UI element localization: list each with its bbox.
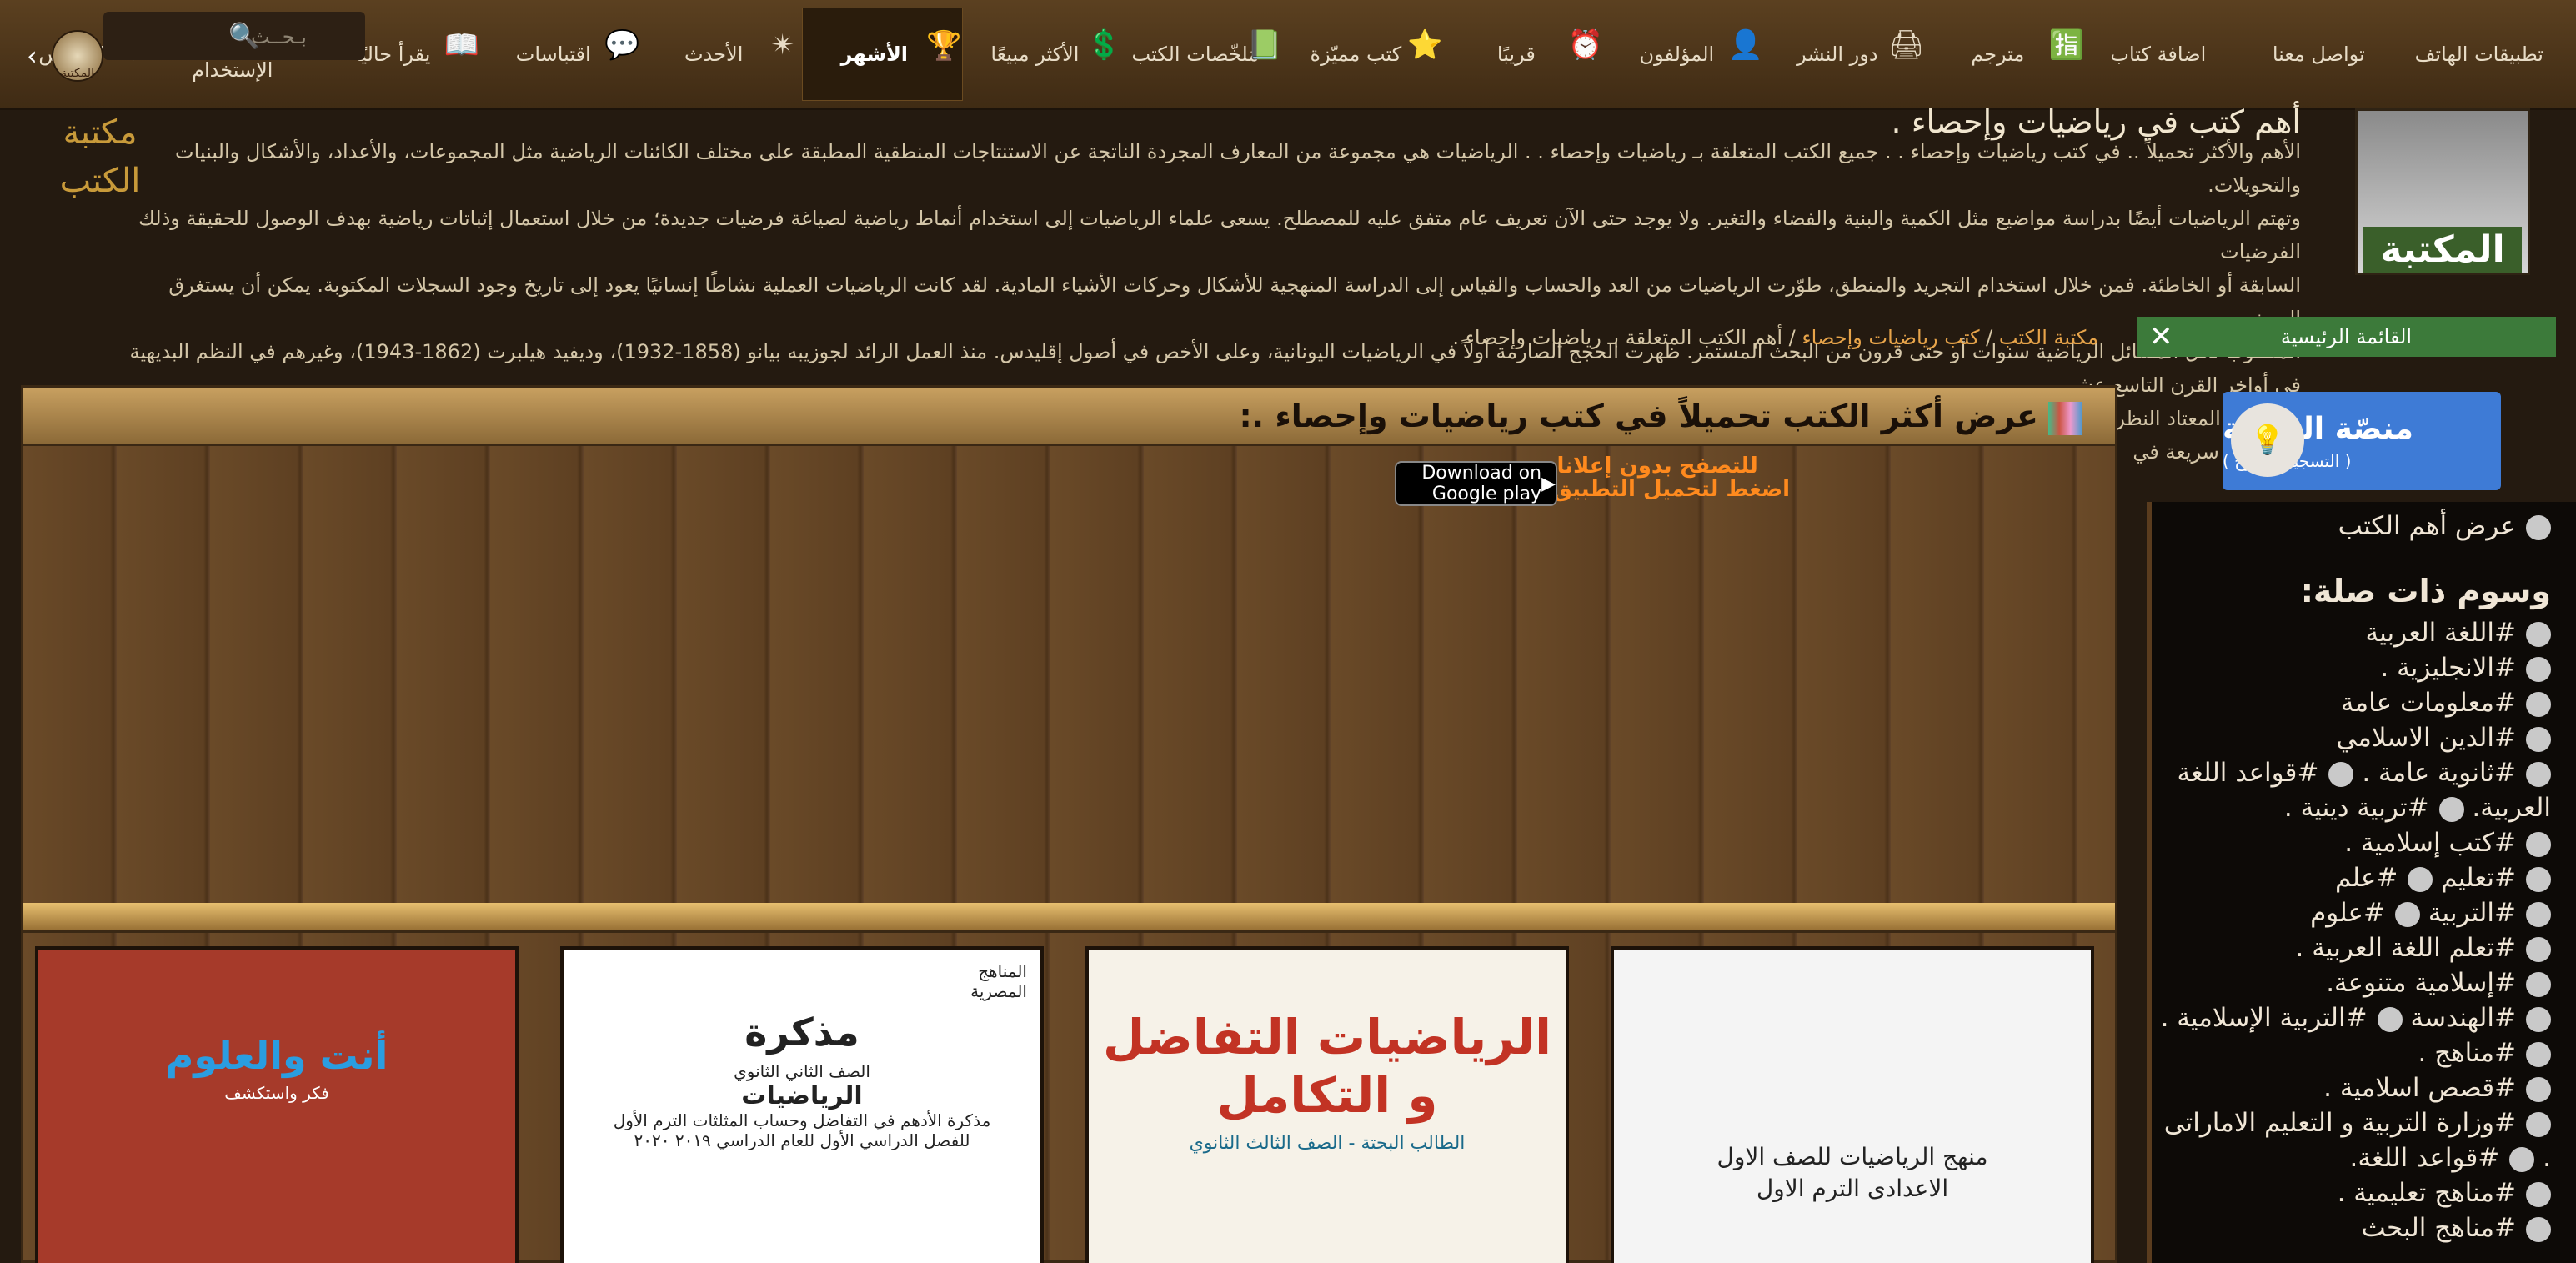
- description-line: الأهم والأكثر تحميلاً .. في كتب رياضيات …: [175, 140, 2301, 197]
- book-subtitle: الطالب البحتة - الصف الثالث الثانوي: [1189, 1133, 1466, 1154]
- search-input[interactable]: بـحــث 🔍: [103, 12, 365, 60]
- book-card[interactable]: الرياضيات التفاضل و التكامل الطالب البحت…: [1085, 946, 1569, 1263]
- nav-publishers[interactable]: 🖨 دور النشر: [1766, 8, 1926, 101]
- book-tag: المناهج المصرية: [970, 961, 1027, 1001]
- bullet-icon: [2526, 514, 2551, 540]
- tag-link[interactable]: #مناهج البحث: [2362, 1213, 2551, 1243]
- tag-link[interactable]: #مناهج تعليمية .: [2338, 1178, 2551, 1208]
- tag-link[interactable]: #الانجليزية .: [2380, 653, 2551, 683]
- book-card[interactable]: المناهج المصرية مذكرة الصف الثاني الثانو…: [560, 946, 1044, 1263]
- tag-link[interactable]: #علم: [2335, 863, 2433, 893]
- tag-list: #اللغة العربية #الانجليزية . #معلومات عا…: [2160, 615, 2551, 1245]
- top-navbar: تطبيقات الهاتف تواصل معنا اضافة كتاب 🈯 مت…: [0, 0, 2576, 110]
- clock-icon: ⏰: [1567, 28, 1603, 62]
- tag-link[interactable]: #إسلامية متنوعة.: [2326, 968, 2551, 998]
- tag-link[interactable]: #قواعد اللغة.: [2349, 1143, 2535, 1173]
- nav-popular[interactable]: 🏆 الأشهر: [802, 8, 964, 101]
- tag-link[interactable]: #معلومات عامة: [2341, 688, 2551, 718]
- nav-bestsellers[interactable]: 💲 الأكثر مبيعًا: [963, 8, 1123, 101]
- chevron-right-icon[interactable]: ›: [27, 40, 38, 72]
- tag-link[interactable]: #تربية دينية .: [2284, 793, 2464, 823]
- nav-soon[interactable]: ⏰ قريبًا: [1445, 8, 1605, 101]
- tag-link[interactable]: #علوم: [2310, 898, 2421, 928]
- printer-icon: 🖨: [1887, 28, 1925, 62]
- nav-contact[interactable]: تواصل معنا: [2247, 8, 2407, 101]
- lamp-icon: 💡: [2231, 403, 2304, 477]
- close-icon[interactable]: ✕: [2149, 320, 2173, 353]
- tag-link[interactable]: #تعلم اللغة العربية .: [2296, 933, 2551, 963]
- main-menu-label: القائمة الرئيسية: [2280, 325, 2413, 348]
- trophy-icon: 🏆: [926, 29, 962, 63]
- book-subtitle: فكر واستكشف: [224, 1083, 329, 1103]
- book-title: أنت والعلوم: [165, 1033, 388, 1078]
- author-icon: 👤: [1727, 28, 1764, 62]
- books-icon: [2048, 401, 2082, 435]
- nav-featured[interactable]: ⭐ كتب مميّزة: [1284, 8, 1444, 101]
- reader-icon: 📖: [444, 28, 480, 62]
- library-platform-button[interactable]: منصّة المكتبة ( التسجيل مفتوح ) 💡: [2223, 392, 2501, 490]
- book-card[interactable]: أنت والعلوم فكر واستكشف: [35, 946, 519, 1263]
- tag-link[interactable]: #مناهج .: [2418, 1038, 2551, 1068]
- tag-link[interactable]: #الدين الاسلامي: [2336, 723, 2551, 753]
- book-title: الرياضيات التفاضل و التكامل: [1103, 1009, 1551, 1124]
- breadcrumb: مكتبة الكتب / كتب رياضيات وإحصاء / أهم ا…: [1452, 326, 2098, 349]
- breadcrumb-home[interactable]: مكتبة الكتب: [1999, 326, 2098, 349]
- tag-link[interactable]: #التربية الإسلامية .: [2161, 1003, 2403, 1033]
- google-play-icon: ▶: [1541, 473, 1556, 494]
- top-books-panel: عرض أكثر الكتب تحميلاً في كتب رياضيات وإ…: [21, 385, 2117, 1263]
- tag-link[interactable]: #قصص اسلامية .: [2323, 1073, 2551, 1103]
- new-burst-icon: ✴: [770, 28, 795, 62]
- library-logo[interactable]: المكتبة: [2355, 108, 2530, 275]
- dollar-icon: 💲: [1085, 28, 1122, 62]
- page-title: أهم كتب في رياضيات وإحصاء .: [1891, 103, 2301, 140]
- search-icon[interactable]: 🔍: [228, 22, 259, 51]
- nav-translator[interactable]: 🈯 مترجم: [1926, 8, 2086, 101]
- show-top-books-link[interactable]: عرض أهم الكتب: [2160, 509, 2551, 544]
- nav-summaries[interactable]: 📗 مُلخّصات الكتب: [1124, 8, 1284, 101]
- nav-add-book[interactable]: اضافة كتاب: [2087, 8, 2247, 101]
- breadcrumb-category[interactable]: كتب رياضيات وإحصاء: [1802, 326, 1979, 349]
- tag-link[interactable]: #التربية: [2428, 898, 2551, 928]
- nav-authors[interactable]: 👤 المؤلفون: [1605, 8, 1765, 101]
- book-icon: 📗: [1246, 28, 1282, 62]
- nav-newest[interactable]: ✴ الأحدث: [642, 8, 802, 101]
- book-title: مذكرة: [744, 1010, 860, 1055]
- book-title: منهج الرياضيات للصف الاول الاعدادى الترم…: [1716, 1143, 1988, 1202]
- google-play-button[interactable]: ▶ Download on Google play: [1395, 461, 1557, 506]
- star-icon: ⭐: [1406, 28, 1443, 62]
- bookshelf: [23, 903, 2115, 933]
- tag-link[interactable]: #ثانوية عامة .: [2362, 758, 2551, 788]
- panel-title: عرض أكثر الكتب تحميلاً في كتب رياضيات وإ…: [23, 388, 2115, 446]
- related-tags-panel: عرض أهم الكتب وسوم ذات صلة: #اللغة العرب…: [2147, 502, 2576, 1263]
- description-line: وتهتم الرياضيات أيضًا بدراسة مواضيع مثل …: [138, 207, 2301, 263]
- tag-link[interactable]: #كتب إسلامية .: [2344, 828, 2551, 858]
- site-logo-small[interactable]: المكتبة: [52, 30, 103, 82]
- book-card[interactable]: منهج الرياضيات للصف الاول الاعدادى الترم…: [1611, 946, 2094, 1263]
- tags-heading: وسوم ذات صلة:: [2300, 573, 2551, 609]
- main-menu-bar[interactable]: القائمة الرئيسية ✕: [2137, 317, 2556, 357]
- nav-mobile-apps[interactable]: تطبيقات الهاتف: [2408, 8, 2568, 101]
- tag-link[interactable]: #الهندسة: [2410, 1003, 2551, 1033]
- tag-link[interactable]: #تعليم: [2441, 863, 2551, 893]
- breadcrumb-current: أهم الكتب المتعلقة بـ رياضيات وإحصاء .: [1452, 326, 1783, 349]
- nav-quotes[interactable]: 💬 اقتباسات: [481, 8, 641, 101]
- translator-icon: 🈯: [2048, 28, 2085, 62]
- sidebar: منصّة المكتبة ( التسجيل مفتوح ) 💡 عرض أه…: [2142, 392, 2576, 1263]
- tag-link[interactable]: #اللغة العربية: [2366, 618, 2551, 648]
- quote-icon: 💬: [604, 28, 640, 62]
